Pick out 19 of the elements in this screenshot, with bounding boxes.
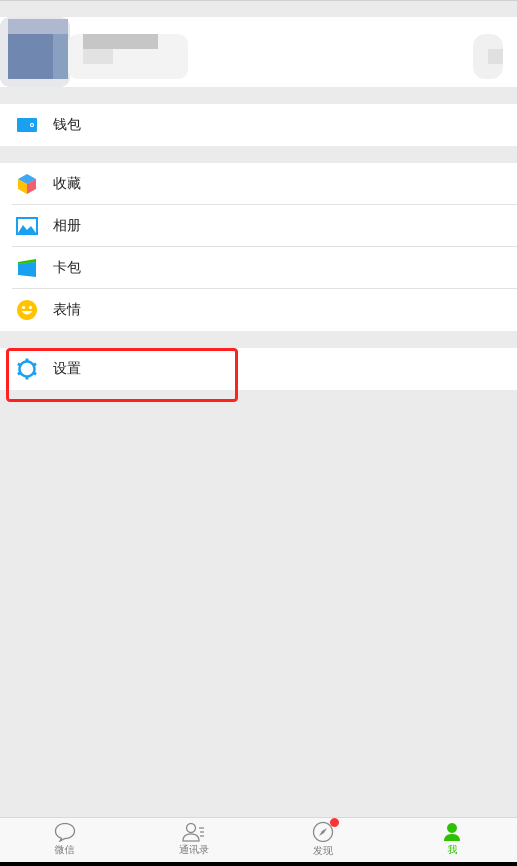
menu-item-label[interactable]: 卡包 (53, 258, 81, 278)
menu-item-label[interactable]: 收藏 (53, 174, 81, 194)
menu-item-label[interactable]: 表情 (53, 300, 81, 320)
menu-item-label[interactable]: 钱包 (53, 114, 81, 136)
photo-icon (16, 217, 38, 235)
person-icon (442, 822, 462, 842)
chat-icon (54, 822, 76, 842)
compass-icon (312, 821, 334, 843)
smiley-icon (16, 299, 38, 321)
menu-item-label[interactable]: 相册 (53, 216, 81, 236)
tab[interactable]: 微信 (0, 818, 130, 862)
menu-item-label[interactable]: 设置 (53, 358, 81, 380)
tab[interactable]: 通讯录 (129, 818, 258, 862)
card-icon (17, 258, 37, 278)
cube-icon (17, 173, 37, 195)
settings-icon (16, 358, 38, 380)
wallet-icon (17, 117, 37, 133)
contacts-icon (182, 822, 206, 842)
tab[interactable]: 发现 (258, 818, 388, 862)
